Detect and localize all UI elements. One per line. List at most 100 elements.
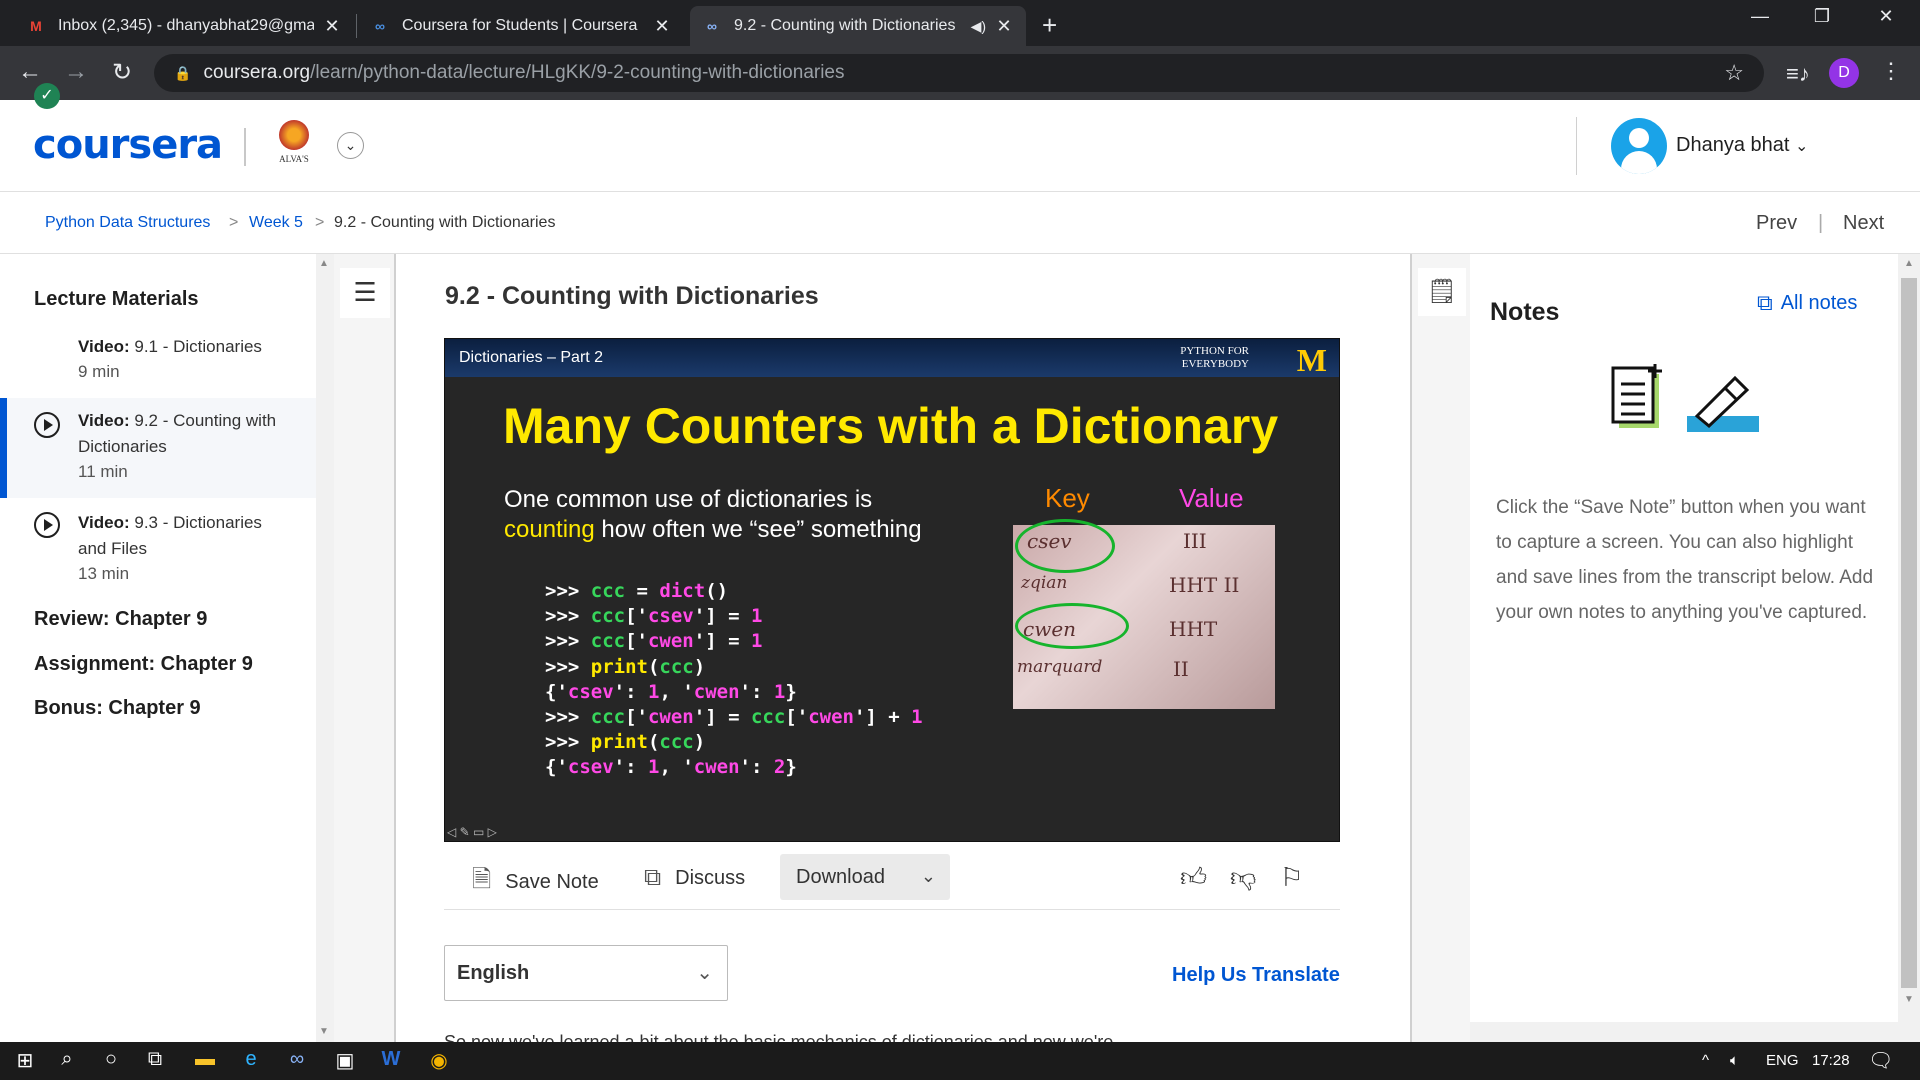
notes-horizontal-scrollbar[interactable] — [1470, 1022, 1898, 1042]
user-menu[interactable]: Dhanya bhat ⌄ — [1676, 134, 1808, 157]
header-divider — [244, 128, 246, 166]
chrome-icon[interactable]: ◉ — [420, 1048, 458, 1074]
breadcrumb-course[interactable]: Python Data Structures — [45, 214, 210, 232]
tab-gmail[interactable]: M Inbox (2,345) - dhanyabhat29@gma ✕ — [14, 6, 354, 46]
notes-illustration — [1605, 364, 1765, 434]
word-icon[interactable]: W — [372, 1048, 410, 1074]
restore-icon[interactable]: ❐ — [1802, 6, 1842, 27]
lesson-label: Video: 9.3 - Dictionaries and Files — [78, 513, 262, 558]
breadcrumb: Python Data Structures > Week 5 > 9.2 - … — [0, 192, 1920, 254]
minimize-icon[interactable]: — — [1740, 6, 1780, 27]
save-note-button[interactable]: 🗎 Save Note — [472, 862, 599, 903]
transcript-line[interactable]: So now we've learned a bit about the bas… — [444, 1032, 1324, 1042]
slide-nav-controls-icon[interactable]: ◁ ✎ ▭ ▷ — [447, 825, 497, 839]
notes-title: Notes — [1490, 298, 1560, 326]
green-circle-annotation — [1015, 603, 1129, 649]
prev-link[interactable]: Prev — [1756, 212, 1797, 235]
lock-icon: 🔒 — [174, 64, 192, 81]
institution-dropdown-chevron-icon[interactable]: ⌄ — [337, 132, 364, 159]
outline-list-icon[interactable]: ☰ — [340, 268, 390, 318]
video-player[interactable]: Dictionaries – Part 2 PYTHON FOR EVERYBOD… — [444, 338, 1340, 842]
media-queue-icon[interactable]: ≡♪ — [1786, 61, 1810, 87]
notes-panel-icon[interactable]: 🗒 — [1418, 268, 1466, 316]
close-icon[interactable]: ✕ — [994, 16, 1014, 37]
window-close-icon[interactable]: ✕ — [1866, 6, 1906, 27]
back-icon[interactable]: ← — [14, 58, 46, 86]
scroll-down-icon[interactable]: ▼ — [1904, 994, 1914, 1005]
download-dropdown[interactable]: Download ⌄ — [780, 854, 950, 900]
institution-name: ALVA'S — [279, 154, 309, 164]
tray-chevron-up-icon[interactable]: ^ — [1702, 1052, 1709, 1069]
transcript-language-select[interactable]: English ⌄ — [444, 945, 728, 1001]
sidebar-item-video-9-1[interactable]: ✓ Video: 9.1 - Dictionaries 9 min — [0, 83, 316, 384]
prev-next-divider: | — [1818, 212, 1824, 234]
reload-icon[interactable]: ↻ — [106, 58, 138, 87]
slide-key-label: Key — [1045, 483, 1090, 513]
lesson-duration: 11 min — [78, 462, 128, 481]
notes-scrollbar[interactable]: ▲ ▼ — [1898, 254, 1920, 1042]
coursera-logo[interactable]: coursera — [33, 122, 223, 168]
thumbs-down-icon[interactable]: 👎︎ — [1230, 862, 1256, 893]
speaker-icon[interactable]: ◀) — [971, 18, 986, 35]
breadcrumb-separator: > — [229, 214, 239, 231]
slide-section-title: Dictionaries – Part 2 — [459, 349, 604, 366]
institution-logo[interactable]: ALVA'S — [273, 120, 315, 172]
flag-icon[interactable]: ⚐ — [1280, 862, 1303, 893]
address-bar[interactable]: 🔒 coursera.org/learn/python-data/lecture… — [154, 54, 1764, 92]
input-language[interactable]: ENG — [1766, 1052, 1799, 1069]
lecture-sidebar: Lecture Materials ✓ Video: 9.1 - Diction… — [0, 83, 316, 1042]
file-explorer-icon[interactable]: ▬ — [186, 1048, 224, 1074]
bookmark-star-icon[interactable]: ☆ — [1724, 60, 1744, 86]
help-translate-link[interactable]: Help Us Translate — [1172, 964, 1340, 987]
handwritten-tally-photo: csev zqian cwen marquard III HHT II HHT … — [1013, 519, 1275, 709]
sidebar-item-assignment[interactable]: Assignment: Chapter 9 — [34, 653, 253, 676]
discuss-button[interactable]: ⧉ Discuss — [644, 864, 745, 892]
institution-emblem-icon — [279, 120, 309, 150]
tab-title: Inbox (2,345) - dhanyabhat29@gma — [58, 17, 314, 34]
sidebar-scrollbar[interactable]: ▲ ▼ — [316, 254, 334, 1042]
app-icon[interactable]: ▣ — [326, 1048, 364, 1074]
all-notes-link[interactable]: ⧉ All notes — [1757, 290, 1857, 316]
page-title: 9.2 - Counting with Dictionaries — [445, 282, 819, 310]
breadcrumb-week[interactable]: Week 5 — [249, 214, 303, 232]
lecture-actions: 🗎 Save Note ⧉ Discuss Download ⌄ 👍︎ 👎︎ ⚐ — [444, 842, 1340, 910]
scroll-up-icon[interactable]: ▲ — [319, 258, 329, 269]
sidebar-item-video-9-2[interactable]: Video: 9.2 - Counting with Dictionaries … — [0, 398, 316, 498]
sidebar-item-video-9-3[interactable]: Video: 9.3 - Dictionaries and Files 13 m… — [0, 500, 316, 600]
close-icon[interactable]: ✕ — [652, 16, 672, 37]
slide-value-label: Value — [1179, 483, 1244, 513]
windows-taskbar: ⊞ ⌕ ○ ⧉ ▬ e ∞ ▣ W ◉ ^ 🔈︎ ENG 17:28 🗨︎ — [0, 1042, 1920, 1080]
handwritten-tally: II — [1173, 657, 1189, 681]
menu-kebab-icon[interactable]: ⋮ — [1880, 58, 1902, 84]
note-and-highlighter-icon — [1611, 364, 1759, 432]
windows-start-icon[interactable]: ⊞ — [6, 1048, 44, 1074]
scroll-down-icon[interactable]: ▼ — [319, 1026, 329, 1037]
tab-coursera-students[interactable]: ∞ Coursera for Students | Coursera ✕ — [358, 6, 684, 46]
coursera-app-icon[interactable]: ∞ — [278, 1048, 316, 1074]
chevron-down-icon: ⌄ — [920, 866, 936, 886]
handwritten-key: zqian — [1021, 573, 1068, 593]
tab-current-lecture[interactable]: ∞ 9.2 - Counting with Dictionaries ◀) ✕ — [690, 6, 1026, 46]
search-icon[interactable]: ⌕ — [48, 1048, 86, 1074]
profile-avatar[interactable]: D — [1829, 58, 1859, 88]
thumbs-up-icon[interactable]: 👍︎ — [1180, 862, 1207, 893]
sidebar-item-review[interactable]: Review: Chapter 9 — [34, 608, 207, 631]
lesson-label: Video: 9.1 - Dictionaries — [78, 337, 262, 356]
volume-icon[interactable]: 🔈︎ — [1730, 1052, 1739, 1069]
sidebar-item-bonus[interactable]: Bonus: Chapter 9 — [34, 697, 201, 720]
forward-icon[interactable]: → — [60, 58, 92, 86]
slide-paragraph: One common use of dictionaries is counti… — [504, 486, 922, 543]
clock-time[interactable]: 17:28 — [1812, 1052, 1850, 1069]
cortana-icon[interactable]: ○ — [92, 1048, 130, 1074]
breadcrumb-current: 9.2 - Counting with Dictionaries — [334, 214, 556, 231]
next-link[interactable]: Next — [1843, 212, 1884, 235]
edge-icon[interactable]: e — [232, 1048, 270, 1074]
task-view-icon[interactable]: ⧉ — [136, 1048, 174, 1074]
url-domain: coursera.org — [203, 62, 311, 83]
scroll-up-icon[interactable]: ▲ — [1904, 258, 1914, 269]
close-icon[interactable]: ✕ — [322, 16, 342, 37]
user-avatar-icon[interactable] — [1611, 118, 1667, 174]
scrollbar-thumb[interactable] — [1901, 278, 1917, 988]
new-tab-button[interactable]: + — [1042, 10, 1057, 41]
notification-icon[interactable]: 🗨︎ — [1868, 1048, 1893, 1073]
